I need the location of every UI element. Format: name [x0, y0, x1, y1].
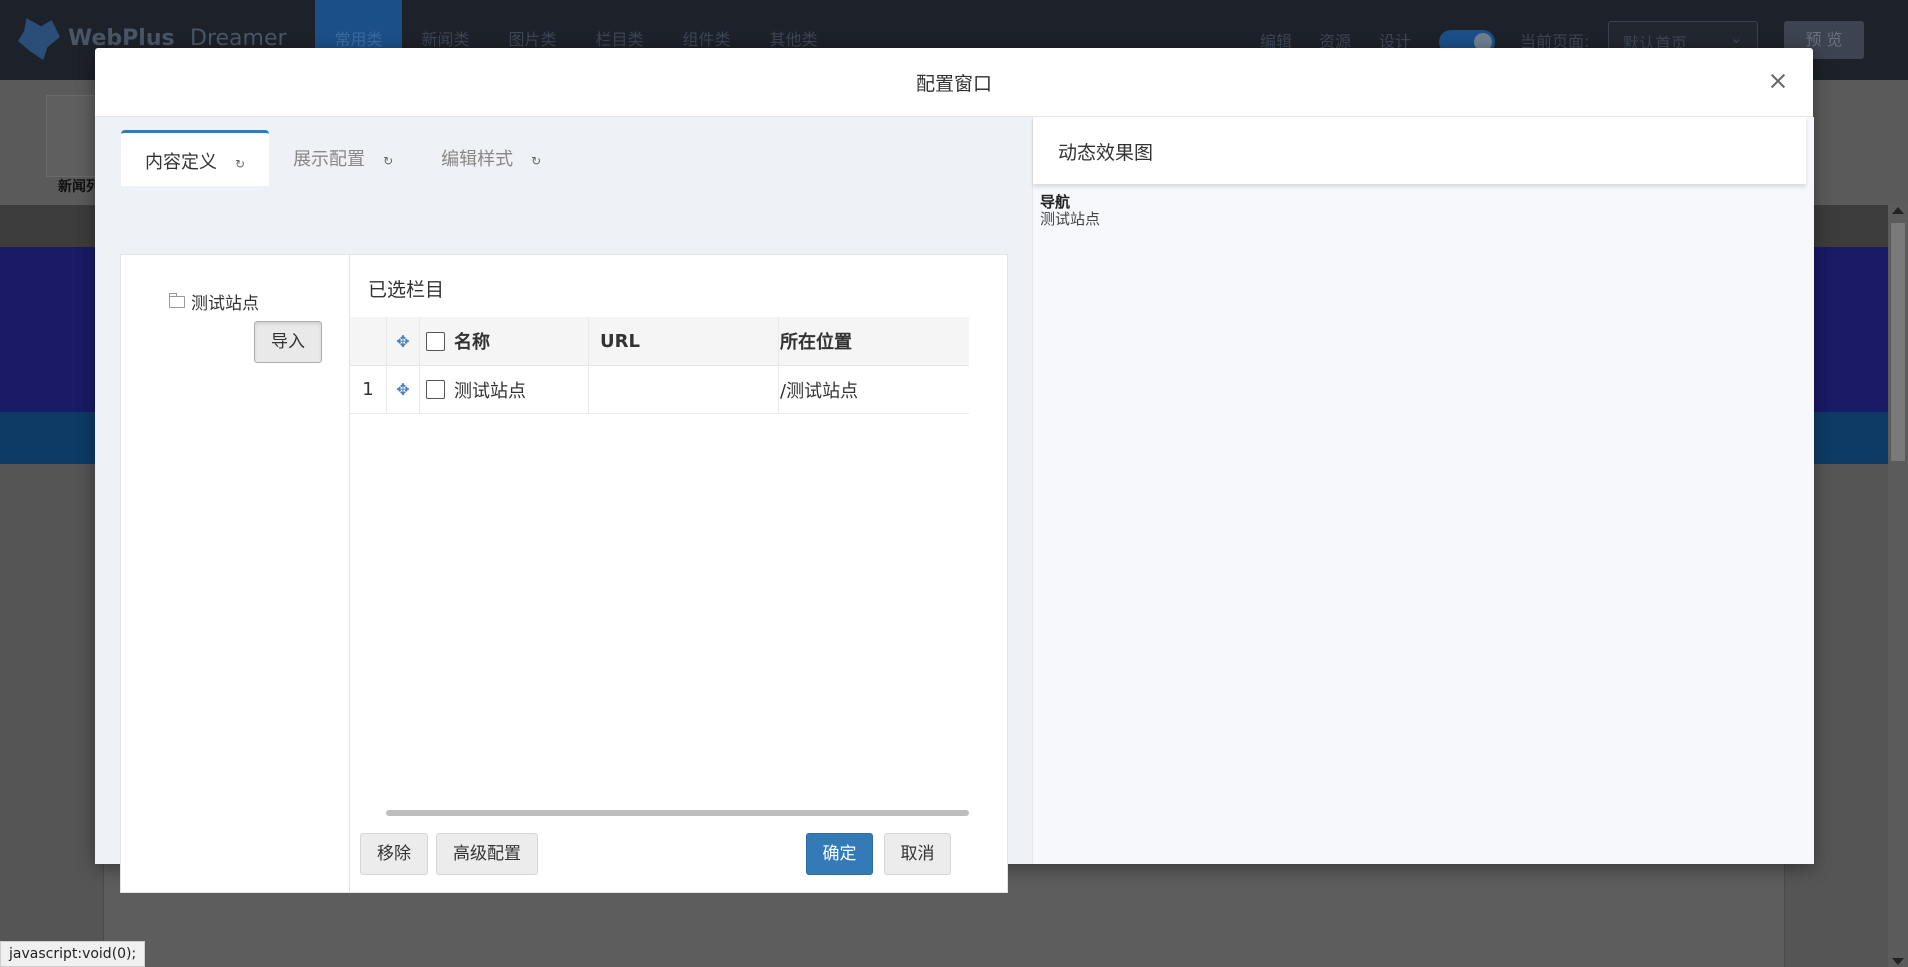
- news-list-component-label: 新闻列: [58, 179, 100, 195]
- refresh-icon[interactable]: ↻: [235, 134, 245, 194]
- move-icon: ✥: [387, 317, 420, 365]
- confirm-button[interactable]: 确定: [806, 833, 873, 875]
- checkbox-box: [425, 380, 445, 399]
- close-icon[interactable]: [1763, 66, 1793, 96]
- scrollbar-thumb[interactable]: [1891, 223, 1905, 461]
- tab-display-config[interactable]: 展示配置 ↻: [269, 130, 417, 185]
- site-tree: 测试站点 导入: [121, 255, 350, 892]
- selected-columns-table: ✥ 名称 URL 所在位置 1 ✥ 测试站点 /测试站点: [350, 317, 969, 414]
- tab-content-definition[interactable]: 内容定义 ↻: [121, 130, 270, 186]
- checkbox-box: [425, 331, 445, 351]
- page-scrollbar[interactable]: [1888, 205, 1908, 967]
- table-horizontal-scrollbar[interactable]: [386, 810, 969, 816]
- drag-handle-icon[interactable]: ✥: [387, 366, 420, 413]
- table-row[interactable]: 1 ✥ 测试站点 /测试站点: [350, 366, 969, 414]
- scroll-up-icon[interactable]: [1892, 207, 1904, 214]
- config-left-pane: 内容定义 ↻ 展示配置 ↻ 编辑样式 ↻ 测试站点 导入 已选栏目 ✥ 名称 U…: [95, 117, 1032, 893]
- preview-pane: 动态效果图 导航 测试站点: [1032, 117, 1814, 864]
- tree-node-label: 测试站点: [191, 294, 259, 314]
- tab-edit-style[interactable]: 编辑样式 ↻: [417, 130, 565, 185]
- header-location[interactable]: 所在位置: [780, 317, 965, 365]
- selected-columns-title: 已选栏目: [368, 279, 445, 301]
- row-name: 测试站点: [454, 366, 589, 413]
- select-all-checkbox[interactable]: [420, 317, 450, 365]
- modal-title: 配置窗口: [915, 73, 992, 95]
- preview-site-link[interactable]: 测试站点: [1040, 208, 1100, 229]
- advanced-config-button[interactable]: 高级配置: [436, 833, 538, 875]
- scroll-down-icon[interactable]: [1892, 958, 1904, 965]
- cancel-button[interactable]: 取消: [884, 833, 951, 875]
- tab-label: 编辑样式: [441, 149, 514, 170]
- content-definition-panel: 测试站点 导入 已选栏目 ✥ 名称 URL 所在位置 1 ✥ 测试站点 /测试站…: [120, 254, 1008, 893]
- config-tabs: 内容定义 ↻ 展示配置 ↻ 编辑样式 ↻: [121, 130, 565, 187]
- refresh-icon[interactable]: ↻: [531, 131, 541, 191]
- browser-status-bar: javascript:void(0);: [0, 941, 146, 967]
- logo-mark-icon: [18, 18, 60, 60]
- row-checkbox[interactable]: [420, 366, 450, 413]
- row-index: 1: [350, 366, 387, 413]
- preview-title: 动态效果图: [1058, 142, 1154, 164]
- row-url: [594, 366, 779, 413]
- modal-header: 配置窗口: [95, 48, 1813, 117]
- refresh-icon[interactable]: ↻: [383, 131, 393, 191]
- header-name[interactable]: 名称: [454, 317, 589, 365]
- header-url[interactable]: URL: [594, 317, 779, 365]
- import-button[interactable]: 导入: [254, 321, 322, 363]
- folder-icon: [169, 292, 185, 308]
- tab-label: 内容定义: [145, 152, 217, 173]
- preview-header: 动态效果图: [1033, 117, 1806, 184]
- config-modal: 配置窗口 内容定义 ↻ 展示配置 ↻ 编辑样式 ↻ 测试站点 导入 已选栏目 ✥…: [95, 48, 1814, 893]
- tree-node-site[interactable]: 测试站点: [169, 289, 259, 314]
- chevron-down-icon: ⌄: [1729, 28, 1743, 47]
- row-location: /测试站点: [780, 380, 859, 402]
- header-index: [350, 317, 387, 365]
- tab-label: 展示配置: [293, 149, 366, 170]
- remove-button[interactable]: 移除: [360, 833, 428, 875]
- table-header: ✥ 名称 URL 所在位置: [350, 317, 969, 366]
